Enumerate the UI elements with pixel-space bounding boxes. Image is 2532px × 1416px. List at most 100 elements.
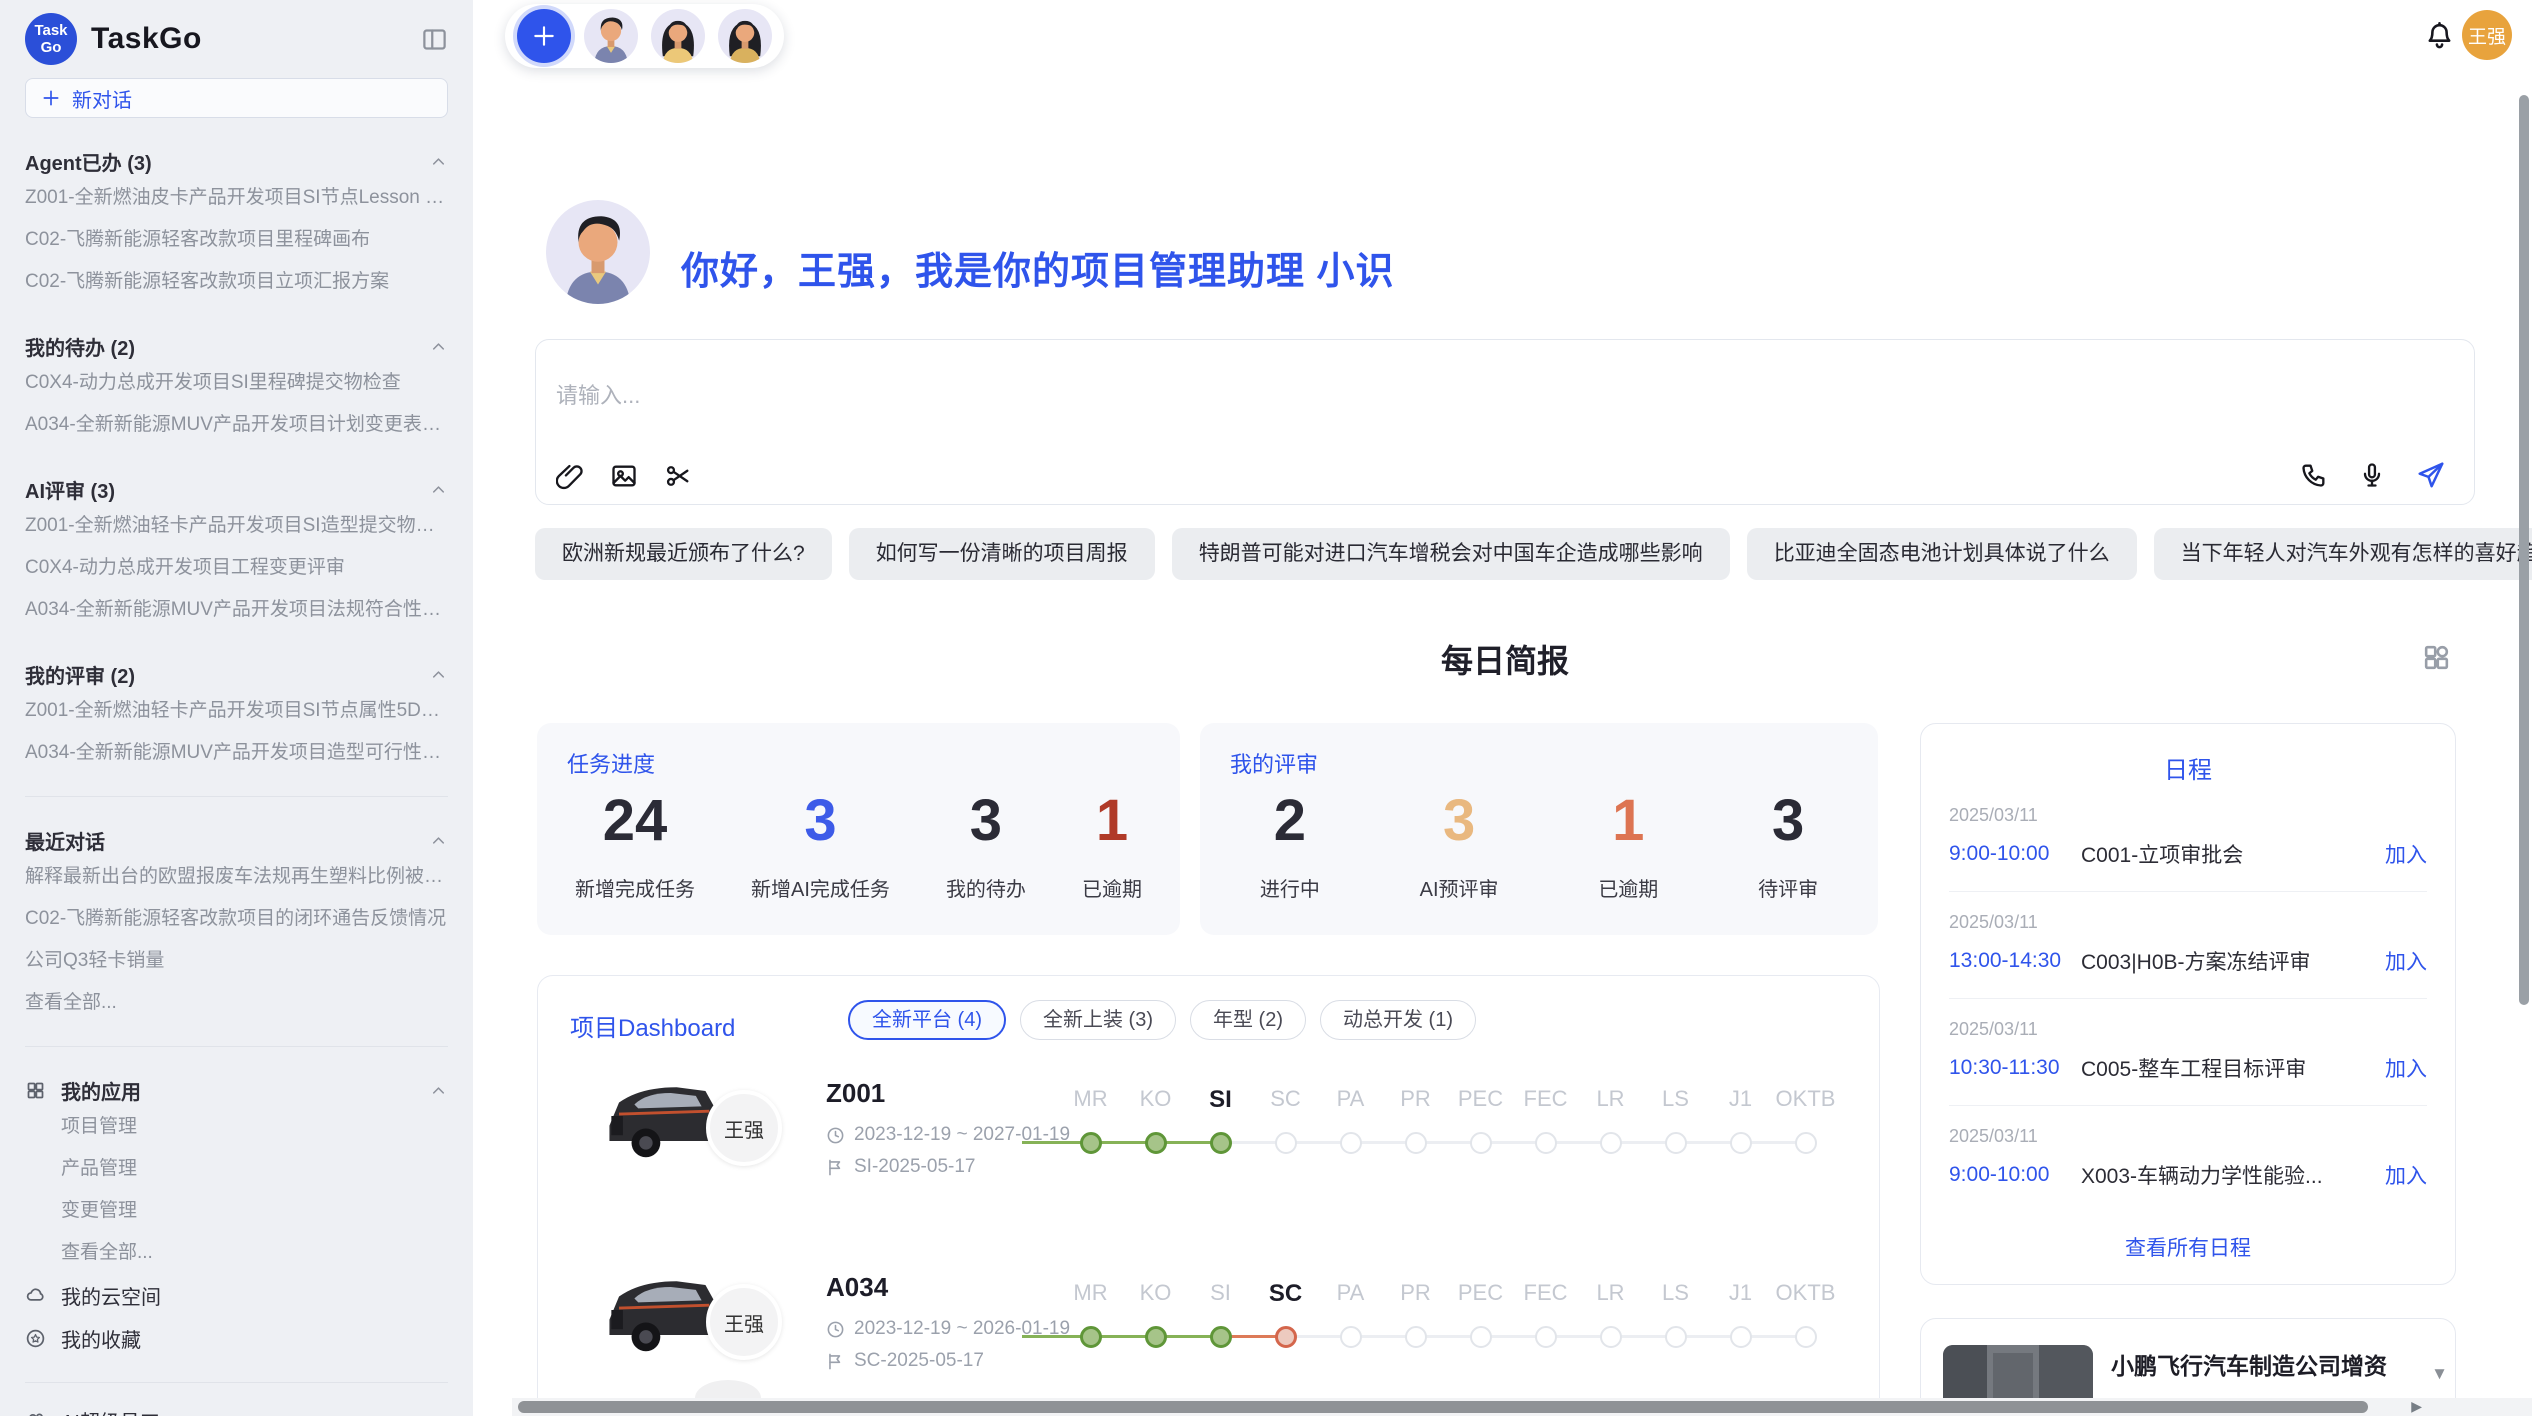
app-link-item[interactable]: 变更管理 <box>25 1190 448 1232</box>
chevron-up-icon[interactable] <box>429 665 448 684</box>
milestone-dot[interactable] <box>1665 1326 1687 1348</box>
notification-bell-icon[interactable] <box>2424 20 2455 51</box>
milestone-dot[interactable] <box>1275 1132 1297 1154</box>
sidebar-link[interactable]: 我的云空间 <box>25 1274 448 1317</box>
milestone-dot[interactable] <box>1730 1326 1752 1348</box>
recent-chat-item[interactable]: 公司Q3轻卡销量 <box>25 940 448 982</box>
join-link[interactable]: 加入 <box>2385 839 2427 869</box>
suggestion-chip[interactable]: 如何写一份清晰的项目周报 <box>849 528 1155 580</box>
milestone-dot[interactable] <box>1080 1326 1102 1348</box>
horizontal-scrollbar[interactable]: ▶ <box>512 1398 2532 1416</box>
chat-input[interactable]: 请输入... <box>535 339 2475 505</box>
milestone-dot[interactable] <box>1795 1132 1817 1154</box>
phone-icon[interactable] <box>2300 461 2328 489</box>
recent-chat-item[interactable]: 查看全部... <box>25 982 448 1024</box>
sidebar-task-item[interactable]: Z001-全新燃油轻卡产品开发项目SI节点属性5D文件评审 <box>25 690 448 732</box>
sidebar-task-item[interactable]: C0X4-动力总成开发项目工程变更评审 <box>25 547 448 589</box>
horizontal-scrollbar-thumb[interactable] <box>518 1401 2368 1413</box>
app-link-item[interactable]: 产品管理 <box>25 1148 448 1190</box>
chevron-up-icon[interactable] <box>429 480 448 499</box>
agent-avatar[interactable] <box>718 9 772 63</box>
sidebar-task-item[interactable]: A034-全新新能源MUV产品开发项目法规符合性评审 <box>25 589 448 631</box>
my-apps-section: 我的应用 项目管理产品管理变更管理查看全部... <box>25 1074 448 1274</box>
join-link[interactable]: 加入 <box>2385 1160 2427 1190</box>
sidebar-collapse-icon[interactable] <box>421 26 448 53</box>
user-avatar[interactable]: 王强 <box>2462 10 2512 60</box>
agent-avatar[interactable] <box>651 9 705 63</box>
sidebar-link[interactable]: 我的收藏 <box>25 1317 448 1360</box>
sidebar-section: 我的待办 (2) C0X4-动力总成开发项目SI里程碑提交物检查 A034-全新… <box>25 330 448 446</box>
sidebar-section-header[interactable]: 我的待办 (2) <box>25 330 448 362</box>
agent-avatar[interactable] <box>584 9 638 63</box>
dashboard-filter-tab[interactable]: 年型 (2) <box>1190 1000 1306 1040</box>
sidebar-section-header[interactable]: Agent已办 (3) <box>25 145 448 177</box>
sidebar-section-header[interactable]: 我的评审 (2) <box>25 658 448 690</box>
microphone-icon[interactable] <box>2358 461 2386 489</box>
sidebar-task-item[interactable]: A034-全新新能源MUV产品开发项目计划变更表编写 <box>25 404 448 446</box>
flag-icon <box>826 1352 845 1371</box>
milestone-dot[interactable] <box>1470 1326 1492 1348</box>
suggestion-chip[interactable]: 特朗普可能对进口汽车增税会对中国车企造成哪些影响 <box>1172 528 1730 580</box>
milestone-dot[interactable] <box>1535 1132 1557 1154</box>
flag-icon <box>826 1158 845 1177</box>
milestone-dot[interactable] <box>1145 1326 1167 1348</box>
my-apps-header[interactable]: 我的应用 <box>25 1074 448 1106</box>
scroll-down-arrow-icon[interactable]: ▼ <box>2431 1364 2448 1384</box>
sidebar-task-item[interactable]: C02-飞腾新能源轻客改款项目里程碑画布 <box>25 219 448 261</box>
schedule-time: 13:00-14:30 <box>1949 949 2081 973</box>
sidebar-task-item[interactable]: C0X4-动力总成开发项目SI里程碑提交物检查 <box>25 362 448 404</box>
stat-label: 进行中 <box>1260 873 1320 902</box>
milestone-dot[interactable] <box>1470 1132 1492 1154</box>
sidebar-tool[interactable]: AI超级员工 <box>25 1399 448 1416</box>
sidebar-task-item[interactable]: Z001-全新燃油皮卡产品开发项目SI节点Lesson Learn报告 <box>25 177 448 219</box>
suggestion-chip[interactable]: 欧洲新规最近颁布了什么? <box>535 528 832 580</box>
sidebar-task-item[interactable]: A034-全新新能源MUV产品开发项目造型可行性评审 <box>25 732 448 774</box>
milestone-dot[interactable] <box>1275 1326 1297 1348</box>
milestone-dot[interactable] <box>1600 1132 1622 1154</box>
chevron-up-icon[interactable] <box>429 831 448 850</box>
view-all-schedule-link[interactable]: 查看所有日程 <box>1921 1232 2455 1262</box>
image-icon[interactable] <box>610 462 638 490</box>
chevron-up-icon[interactable] <box>429 337 448 356</box>
milestone-dot[interactable] <box>1535 1326 1557 1348</box>
project-row[interactable]: 王强Z0012023-12-19 ~ 2027-01-19SI-2025-05-… <box>538 1054 1879 1250</box>
milestone-dot[interactable] <box>1210 1132 1232 1154</box>
sidebar-task-item[interactable]: Z001-全新燃油轻卡产品开发项目SI造型提交物评审 <box>25 505 448 547</box>
milestone-dot[interactable] <box>1795 1326 1817 1348</box>
dashboard-filter-tab[interactable]: 动总开发 (1) <box>1320 1000 1476 1040</box>
sidebar-task-item[interactable]: C02-飞腾新能源轻客改款项目立项汇报方案 <box>25 261 448 303</box>
milestone-dot[interactable] <box>1340 1326 1362 1348</box>
dashboard-filter-tab[interactable]: 全新平台 (4) <box>848 1000 1006 1040</box>
sidebar-section-title: 我的评审 (2) <box>25 660 135 689</box>
chevron-up-icon[interactable] <box>429 152 448 171</box>
milestone-dot[interactable] <box>1145 1132 1167 1154</box>
scroll-right-arrow-icon[interactable]: ▶ <box>2411 1398 2422 1415</box>
attachment-icon[interactable] <box>556 462 584 490</box>
milestone-dot[interactable] <box>1080 1132 1102 1154</box>
milestone-dot[interactable] <box>1600 1326 1622 1348</box>
join-link[interactable]: 加入 <box>2385 946 2427 976</box>
app-link-item[interactable]: 查看全部... <box>25 1232 448 1274</box>
milestone-dot[interactable] <box>1340 1132 1362 1154</box>
dashboard-filter-tab[interactable]: 全新上装 (3) <box>1020 1000 1176 1040</box>
chevron-up-icon[interactable] <box>429 1081 448 1100</box>
scissors-icon[interactable] <box>664 462 692 490</box>
milestone-dot[interactable] <box>1665 1132 1687 1154</box>
milestone-dot[interactable] <box>1405 1132 1427 1154</box>
sidebar-section-header[interactable]: AI评审 (3) <box>25 473 448 505</box>
app-link-item[interactable]: 项目管理 <box>25 1106 448 1148</box>
join-link[interactable]: 加入 <box>2385 1053 2427 1083</box>
milestone-dot[interactable] <box>1405 1326 1427 1348</box>
suggestion-chip[interactable]: 比亚迪全固态电池计划具体说了什么 <box>1747 528 2137 580</box>
add-agent-button[interactable] <box>517 9 571 63</box>
briefing-grid-icon[interactable] <box>2421 642 2452 673</box>
recent-chat-item[interactable]: 解释最新出台的欧盟报废车法规再生塑料比例被调至15%... <box>25 856 448 898</box>
milestone-dot[interactable] <box>1730 1132 1752 1154</box>
vertical-scrollbar-thumb[interactable] <box>2519 95 2529 1005</box>
send-icon[interactable] <box>2416 460 2446 490</box>
new-chat-button[interactable]: 新对话 <box>25 78 448 118</box>
suggestion-chip[interactable]: 当下年轻人对汽车外观有怎样的喜好趋势 <box>2154 528 2532 580</box>
milestone-dot[interactable] <box>1210 1326 1232 1348</box>
recent-chat-item[interactable]: C02-飞腾新能源轻客改款项目的闭环通告反馈情况 <box>25 898 448 940</box>
recent-chats-header[interactable]: 最近对话 <box>25 824 448 856</box>
